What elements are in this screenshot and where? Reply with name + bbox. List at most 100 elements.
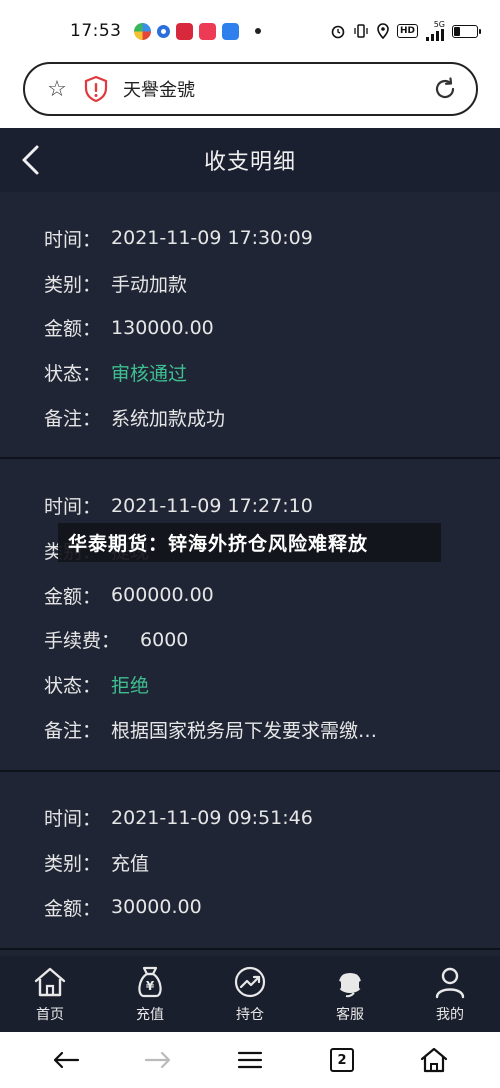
amount-value: 600000.00 [111,584,214,607]
security-warning-icon[interactable] [83,75,109,103]
transaction-record[interactable]: 时间： 2021-11-09 17:30:09 类别： 手动加款 金额： 130000… [0,192,500,460]
record-row: 时间： 2021-11-09 17:30:09 [44,216,500,261]
status-bar: 17:53 HD 5G [0,0,500,62]
tab-support[interactable]: 客服 [300,956,400,1032]
amount-value: 30000.00 [111,896,202,919]
category-label: 类别： [44,853,102,876]
status-label: 状态： [44,362,102,385]
browser-nav-bar: 2 [0,1032,500,1088]
tab-profile-label: 我的 [436,1007,464,1023]
bookmark-star-icon[interactable]: ☆ [43,77,71,102]
chevron-left-icon [22,145,39,175]
amount-label: 金额： [44,318,102,341]
time-label: 时间： [44,496,102,519]
amount-label: 金额： [44,585,102,608]
time-value: 2021-11-09 17:30:09 [111,227,313,250]
network-type: 5G [433,20,445,29]
record-row: 类别： 充值 [44,840,500,885]
app-notification-icon [133,22,151,40]
fee-value: 6000 [140,628,189,651]
more-notifications-icon [254,28,261,34]
back-button[interactable] [10,140,50,180]
app-notification-icon [198,22,216,40]
status-label: 状态： [44,675,102,698]
location-icon [376,23,390,39]
page-title-in-address: 天譽金號 [123,80,195,101]
browser-toolbar: ☆ 天譽金號 [0,62,500,128]
tab-home-label: 首页 [36,1007,64,1023]
time-value: 2021-11-09 17:27:10 [111,494,313,517]
time-label: 时间： [44,808,102,831]
nav-back-button[interactable] [46,1040,86,1080]
notification-icons [133,22,261,40]
remark-value: 系统加款成功 [111,407,226,430]
remark-value: 根据国家税务局下发要求需缴… [111,719,378,742]
address-bar[interactable]: ☆ 天譽金號 [23,62,478,116]
tab-recharge-label: 充值 [136,1007,164,1023]
arrow-right-icon [144,1051,171,1069]
reload-icon[interactable] [432,76,458,102]
app-notification-icon [221,22,239,40]
amount-label: 金额： [44,897,102,920]
amount-value: 130000.00 [111,316,214,339]
headset-icon [336,970,364,998]
time-value: 2021-11-09 09:51:46 [111,806,313,829]
tab-positions[interactable]: 持仓 [200,956,300,1032]
news-headline-banner: 华泰期货：锌海外挤仓风险难释放 [58,523,441,562]
record-row: 手续费： 6000 [44,618,500,663]
money-bag-icon: ¥ [138,966,162,998]
record-row: 金额： 130000.00 [44,305,500,350]
record-row: 时间： 2021-11-09 09:51:46 [44,796,500,841]
nav-tabs-button[interactable]: 2 [322,1040,362,1080]
time-label: 时间： [44,228,102,251]
transaction-list[interactable]: 时间： 2021-11-09 17:30:09 类别： 手动加款 金额： 130000… [0,192,500,956]
app-notification-icon [156,24,170,38]
record-row: 状态： 审核通过 [44,350,500,395]
record-row: 金额： 30000.00 [44,885,500,930]
home-icon [420,1047,448,1073]
status-value: 拒绝 [111,675,150,698]
nav-forward-button[interactable] [138,1040,178,1080]
app-screen: 17:53 HD 5G ☆ 天譽金號 收支明细 时间： 2021-11-09 1… [0,0,500,1088]
transaction-record[interactable]: 时间：2021-11-09 17:27:10 类别：提现 金额：600000.0… [0,459,500,772]
remark-label: 备注： [44,407,102,430]
remark-label: 备注： [44,719,102,742]
category-label: 类别： [44,273,102,296]
tab-profile[interactable]: 我的 [400,956,500,1032]
nav-menu-button[interactable] [230,1040,270,1080]
status-value: 审核通过 [111,362,188,385]
status-time: 17:53 [70,21,122,41]
hd-badge: HD [396,24,418,38]
app-notification-icon [175,22,193,40]
tab-support-label: 客服 [336,1007,364,1023]
record-row: 状态： 拒绝 [44,662,500,707]
home-icon [34,967,66,997]
tab-positions-label: 持仓 [236,1007,264,1023]
record-row: 备注： 根据国家税务局下发要求需缴… [44,707,500,752]
record-row: 时间： 2021-11-09 17:27:10 [44,483,500,528]
tab-home[interactable]: 首页 [0,956,100,1032]
page-header: 收支明细 [0,128,500,192]
page-title: 收支明细 [203,150,296,175]
menu-icon [237,1051,263,1069]
nav-home-button[interactable] [414,1040,454,1080]
transaction-record[interactable]: 时间： 2021-11-09 09:51:46 类别： 充值 金额： 30000.00 [0,771,500,950]
alarm-icon [330,23,346,39]
tab-count: 2 [330,1048,354,1072]
tab-recharge[interactable]: ¥ 充值 [100,956,200,1032]
arrow-left-icon [53,1051,80,1069]
record-row: 金额： 600000.00 [44,573,500,618]
system-indicators: HD 5G [330,21,481,41]
vibrate-icon [353,23,369,39]
fee-label: 手续费： [44,630,121,653]
bottom-tab-bar: 首页 ¥ 充值 持仓 客服 我的 [0,956,500,1032]
svg-text:¥: ¥ [146,979,155,993]
user-icon [435,967,465,999]
battery-icon [452,24,481,38]
signal-icon: 5G [425,21,445,41]
record-row: 类别： 手动加款 [44,261,500,306]
category-value: 充值 [111,853,150,876]
record-row: 备注： 系统加款成功 [44,395,500,440]
category-value: 手动加款 [111,273,188,296]
chart-trend-icon [234,966,266,998]
